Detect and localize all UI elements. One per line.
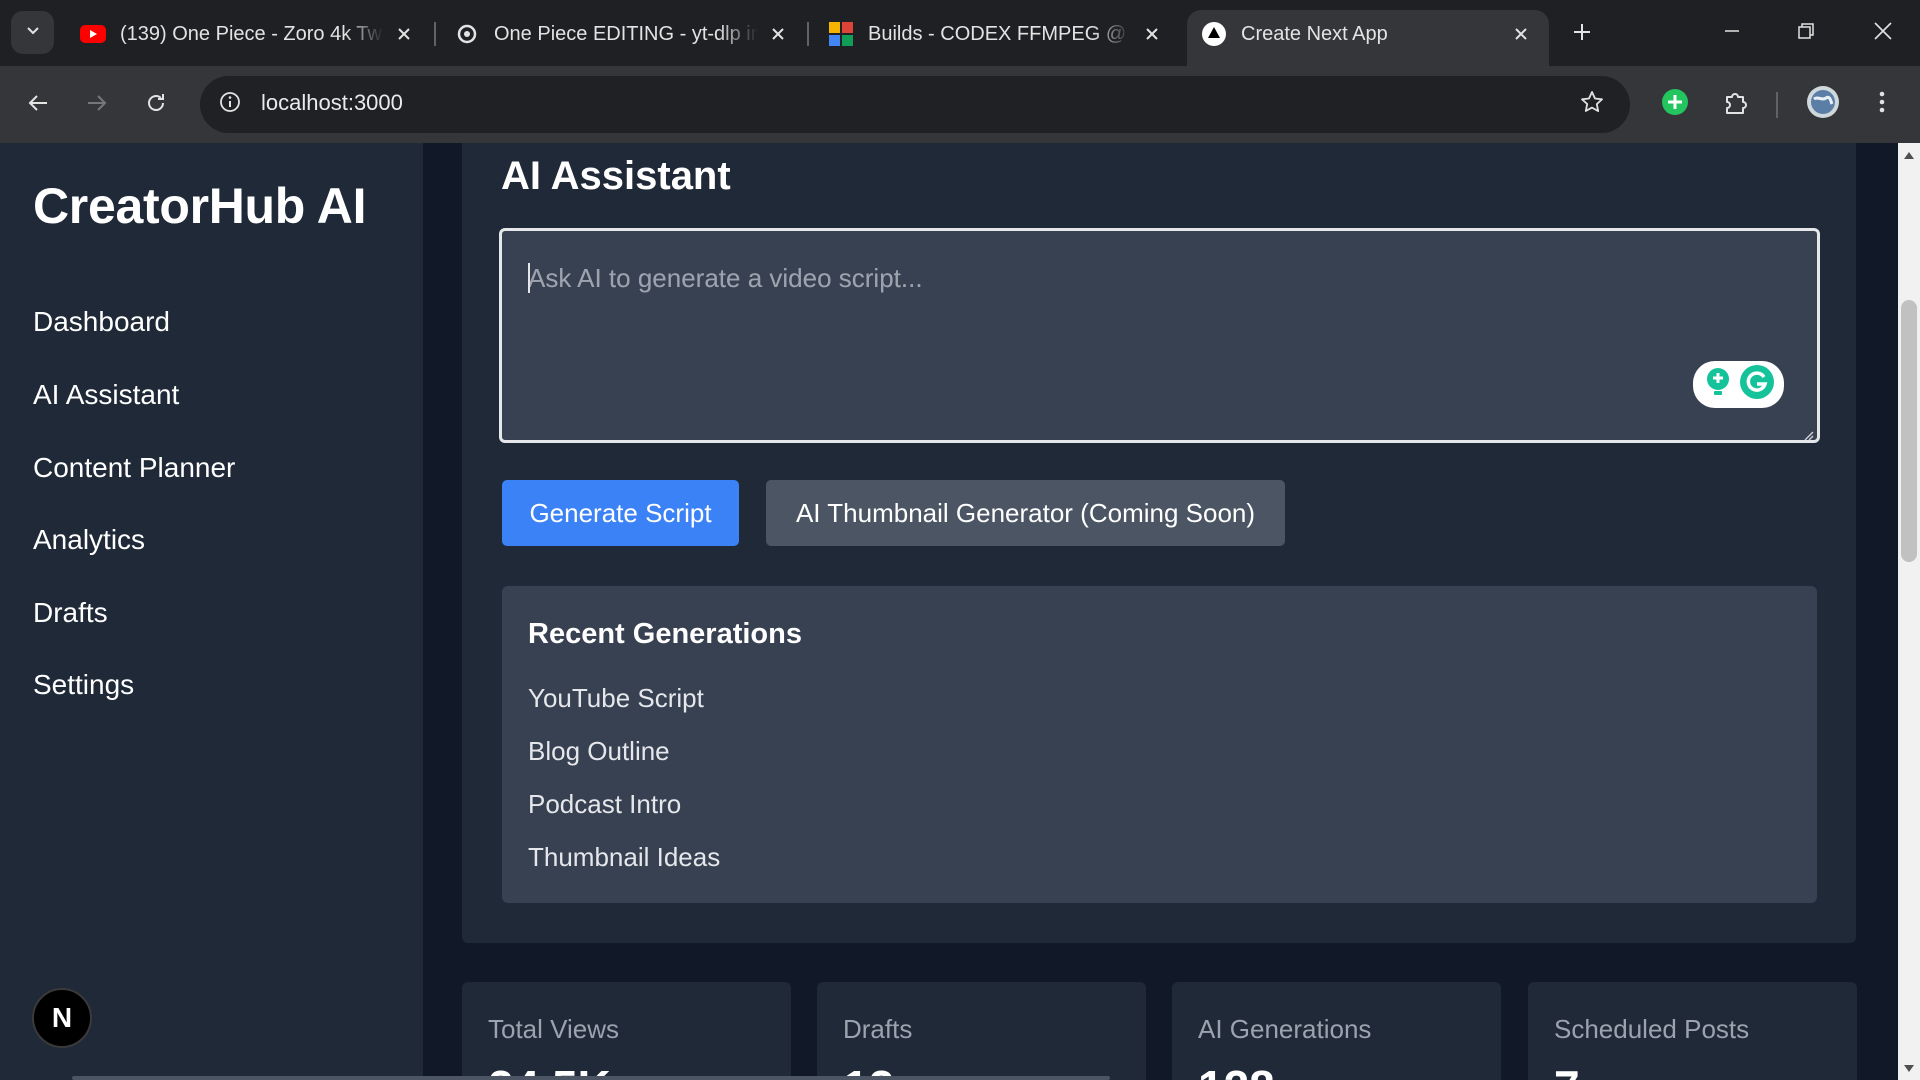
list-item[interactable]: YouTube Script: [528, 683, 704, 714]
sidebar-item-content-planner[interactable]: Content Planner: [33, 452, 235, 484]
minimize-button[interactable]: [1695, 0, 1769, 66]
sidebar-item-analytics[interactable]: Analytics: [33, 524, 145, 556]
back-button[interactable]: [18, 85, 58, 125]
tab-youtube[interactable]: (139) One Piece - Zoro 4k Twixtor: [66, 10, 432, 58]
plus-icon: [1573, 23, 1591, 46]
scroll-up-icon[interactable]: [1901, 148, 1917, 164]
list-item[interactable]: Podcast Intro: [528, 789, 681, 820]
forward-button[interactable]: [77, 85, 117, 125]
stat-value: 7: [1554, 1060, 1580, 1080]
arrow-left-icon: [27, 92, 49, 119]
badge-letter: N: [51, 1002, 73, 1033]
stat-card-total-views: Total Views 24.5K: [462, 982, 791, 1080]
stat-card-ai-generations: AI Generations 128: [1172, 982, 1501, 1080]
tab-title: One Piece EDITING - yt-dlp in: [494, 22, 758, 45]
sidebar-item-dashboard[interactable]: Dashboard: [33, 306, 170, 338]
tab-create-next-app[interactable]: Create Next App: [1187, 10, 1549, 66]
prompt-input[interactable]: [499, 228, 1820, 443]
browser-menu-button[interactable]: [1862, 84, 1902, 124]
tab-separator: [807, 22, 809, 46]
chatgpt-icon: [454, 21, 480, 47]
page-title: AI Assistant: [501, 154, 731, 198]
list-item[interactable]: Blog Outline: [528, 736, 670, 767]
lightbulb-icon: [1703, 366, 1733, 403]
site-info-button[interactable]: [212, 86, 248, 122]
stat-label: AI Generations: [1198, 1014, 1372, 1044]
avatar: [1806, 85, 1840, 124]
arrow-right-icon: [86, 92, 108, 119]
chevron-down-icon: [25, 22, 41, 43]
minimize-icon: [1724, 23, 1740, 44]
close-icon[interactable]: [766, 22, 790, 46]
tab-title: Builds - CODEX FFMPEG @ gyan.dev: [868, 22, 1132, 45]
recent-generations-title: Recent Generations: [528, 618, 802, 650]
puzzle-icon: [1723, 89, 1749, 120]
vertical-scrollbar[interactable]: [1898, 143, 1920, 1080]
extension-add-button[interactable]: [1655, 84, 1695, 124]
brand-title: CreatorHub AI: [33, 178, 367, 234]
toolbar-divider: [1776, 92, 1778, 118]
profile-button[interactable]: [1803, 84, 1843, 124]
prompt-placeholder: Ask AI to generate a video script...: [528, 263, 923, 293]
resize-handle-icon[interactable]: [1802, 428, 1814, 441]
tab-title: Create Next App: [1241, 22, 1388, 45]
info-icon: [219, 91, 241, 118]
sidebar-item-ai-assistant[interactable]: AI Assistant: [33, 379, 179, 411]
close-icon: [1874, 21, 1892, 45]
plus-circle-icon: [1661, 88, 1689, 121]
horizontal-scrollbar[interactable]: [72, 1076, 1110, 1080]
restore-button[interactable]: [1769, 0, 1843, 66]
star-icon: [1580, 90, 1604, 119]
list-item[interactable]: Thumbnail Ideas: [528, 842, 720, 873]
stat-label: Drafts: [843, 1014, 913, 1044]
stat-card-drafts: Drafts 12: [817, 982, 1146, 1080]
sidebar-item-drafts[interactable]: Drafts: [33, 597, 108, 629]
reload-button[interactable]: [136, 85, 176, 125]
stat-card-scheduled-posts: Scheduled Posts 7: [1528, 982, 1857, 1080]
extensions-button[interactable]: [1716, 84, 1756, 124]
thumbnail-generator-button[interactable]: AI Thumbnail Generator (Coming Soon): [766, 480, 1285, 546]
bookmark-button[interactable]: [1574, 86, 1610, 122]
nextjs-dev-badge[interactable]: N: [32, 988, 92, 1048]
stat-label: Scheduled Posts: [1554, 1014, 1750, 1044]
scroll-down-icon[interactable]: [1901, 1060, 1917, 1076]
url-text[interactable]: localhost:3000: [261, 90, 403, 116]
close-icon[interactable]: [1509, 22, 1533, 46]
close-icon[interactable]: [392, 22, 416, 46]
tab-chatgpt[interactable]: One Piece EDITING - yt-dlp in: [440, 10, 806, 58]
restore-icon: [1798, 22, 1814, 44]
window-close-button[interactable]: [1846, 0, 1920, 66]
more-vertical-icon: [1879, 91, 1885, 118]
tab-search-button[interactable]: [11, 11, 54, 54]
youtube-icon: [80, 21, 106, 47]
close-icon[interactable]: [1140, 22, 1164, 46]
text-caret: [528, 263, 530, 293]
address-bar[interactable]: [200, 76, 1630, 133]
tab-codex[interactable]: Builds - CODEX FFMPEG @ gyan.dev: [814, 10, 1180, 58]
tab-title: (139) One Piece - Zoro 4k Twixtor: [120, 22, 384, 45]
tab-separator: [434, 22, 436, 46]
nextjs-icon: [1201, 21, 1227, 47]
new-tab-button[interactable]: [1564, 16, 1600, 52]
codex-icon: [828, 21, 854, 47]
reload-icon: [145, 92, 167, 119]
grammarly-widget[interactable]: [1693, 361, 1784, 408]
sidebar-item-settings[interactable]: Settings: [33, 669, 134, 701]
generate-script-button[interactable]: Generate Script: [502, 480, 739, 546]
stat-value: 128: [1198, 1060, 1275, 1080]
grammarly-icon: [1739, 364, 1775, 405]
stat-label: Total Views: [488, 1014, 620, 1044]
scrollbar-thumb[interactable]: [1901, 300, 1917, 562]
